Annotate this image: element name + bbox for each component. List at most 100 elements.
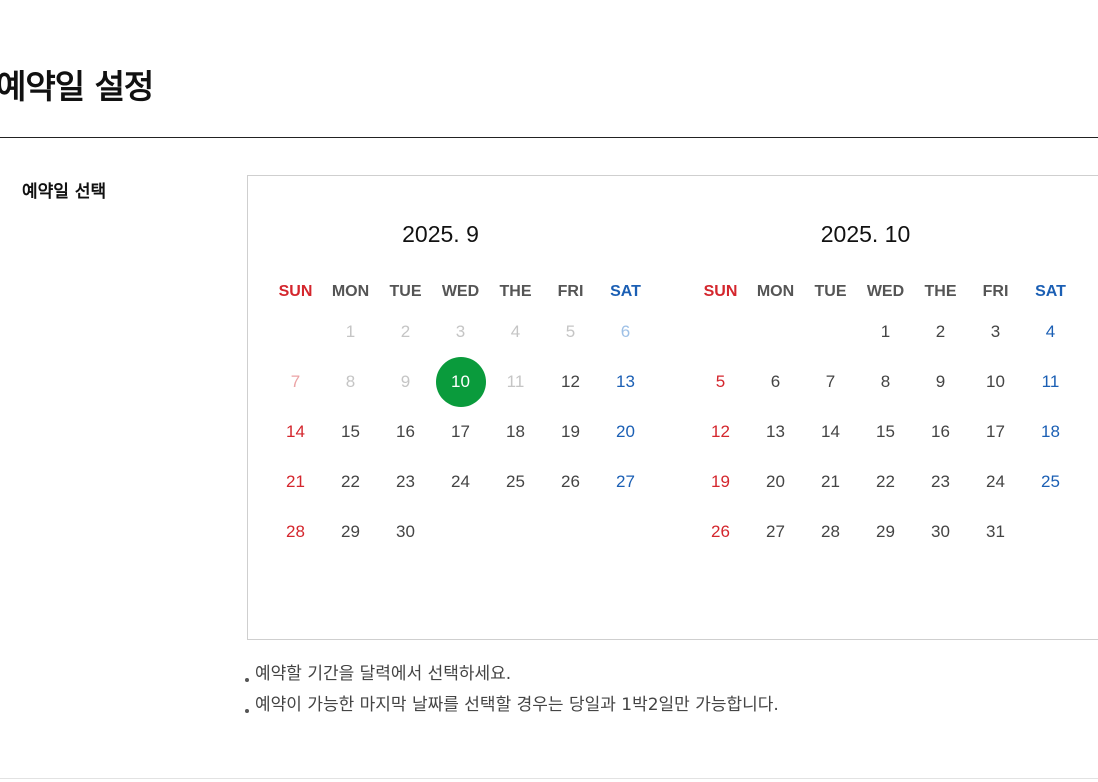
day-cell[interactable]: 29	[858, 507, 913, 557]
day-number: 26	[711, 522, 730, 541]
weekday-header-sun: SUN	[278, 283, 313, 300]
day-cell[interactable]: 30	[378, 507, 433, 557]
day-cell[interactable]: 16	[913, 407, 968, 457]
day-number: 5	[565, 322, 576, 341]
day-cell[interactable]: 17	[968, 407, 1023, 457]
day-cell[interactable]: 15	[858, 407, 913, 457]
day-cell[interactable]: 27	[748, 507, 803, 557]
day-cell[interactable]: 30	[913, 507, 968, 557]
day-number: 11	[1041, 372, 1060, 391]
day-cell[interactable]: 23	[913, 457, 968, 507]
day-cell[interactable]: 19	[543, 407, 598, 457]
day-number: 18	[1041, 422, 1060, 441]
note-item: 예약이 가능한 마지막 날짜를 선택할 경우는 당일과 1박2일만 가능합니다.	[245, 690, 779, 721]
selected-day-cell[interactable]: 10	[433, 357, 488, 407]
day-cell[interactable]: 13	[748, 407, 803, 457]
day-number: 25	[506, 472, 525, 491]
day-cell[interactable]: 21	[803, 457, 858, 507]
day-cell[interactable]: 6	[748, 357, 803, 407]
day-number: 22	[876, 472, 895, 491]
day-cell[interactable]: 25	[488, 457, 543, 507]
day-cell: 7	[268, 357, 323, 407]
day-number: 4	[1045, 322, 1056, 341]
day-number: 27	[616, 472, 635, 491]
bullet-icon	[245, 708, 249, 713]
day-number: 16	[931, 422, 950, 441]
day-number: 10	[435, 357, 486, 407]
weekday-header-sun: SUN	[703, 283, 738, 300]
day-grid: SUN MON TUE WED THE FRI SAT 1 2 3 4 5 6 7 8 9 10 11 12 13 14…	[693, 277, 1078, 607]
day-cell[interactable]: 12	[543, 357, 598, 407]
weekday-header-tue: TUE	[389, 283, 422, 300]
day-cell[interactable]: 14	[268, 407, 323, 457]
day-number: 9	[935, 372, 946, 391]
day-number: 13	[616, 372, 635, 391]
day-number: 11	[506, 372, 525, 391]
weekday-header-the: THE	[499, 283, 532, 300]
day-cell[interactable]: 22	[858, 457, 913, 507]
day-cell[interactable]: 13	[598, 357, 653, 407]
day-cell[interactable]: 10	[968, 357, 1023, 407]
empty-day-cell	[803, 307, 858, 357]
day-cell[interactable]: 7	[803, 357, 858, 407]
day-cell[interactable]: 8	[858, 357, 913, 407]
day-cell[interactable]: 21	[268, 457, 323, 507]
day-cell[interactable]: 9	[913, 357, 968, 407]
month-october: 2025. 10 SUN MON TUE WED THE FRI SAT 1 2 3 4 5 6 7 8 9 1…	[673, 176, 1066, 596]
day-cell[interactable]: 14	[803, 407, 858, 457]
day-number: 26	[561, 472, 580, 491]
weekday-header-the: THE	[924, 283, 957, 300]
day-cell[interactable]: 29	[323, 507, 378, 557]
day-cell[interactable]: 3	[968, 307, 1023, 357]
day-cell[interactable]: 25	[1023, 457, 1078, 507]
weekday-header-fri: FRI	[557, 283, 584, 300]
day-cell[interactable]: 1	[858, 307, 913, 357]
day-cell[interactable]: 28	[803, 507, 858, 557]
day-number: 8	[880, 372, 891, 391]
day-number: 15	[876, 422, 895, 441]
day-grid: SUN MON TUE WED THE FRI SAT 1 2 3 4 5 6 7 8 9 10 11 12 13 14…	[268, 277, 653, 607]
day-cell[interactable]: 23	[378, 457, 433, 507]
day-cell[interactable]: 27	[598, 457, 653, 507]
month-september: 2025. 9 SUN MON TUE WED THE FRI SAT 1 2 3 4 5 6 7 8 9 10…	[248, 176, 641, 596]
day-cell[interactable]: 26	[693, 507, 748, 557]
day-number: 25	[1041, 472, 1060, 491]
day-cell[interactable]: 28	[268, 507, 323, 557]
day-cell[interactable]: 31	[968, 507, 1023, 557]
day-cell[interactable]: 19	[693, 457, 748, 507]
day-number: 2	[935, 322, 946, 341]
day-cell[interactable]: 11	[1023, 357, 1078, 407]
day-cell[interactable]: 15	[323, 407, 378, 457]
day-number: 12	[711, 422, 730, 441]
day-cell[interactable]: 5	[693, 357, 748, 407]
day-cell[interactable]: 22	[323, 457, 378, 507]
day-cell[interactable]: 24	[433, 457, 488, 507]
day-cell[interactable]: 12	[693, 407, 748, 457]
day-number: 3	[455, 322, 466, 341]
day-cell[interactable]: 20	[598, 407, 653, 457]
day-cell: 5	[543, 307, 598, 357]
day-cell[interactable]: 20	[748, 457, 803, 507]
day-cell[interactable]: 16	[378, 407, 433, 457]
day-number: 29	[341, 522, 360, 541]
day-number: 18	[506, 422, 525, 441]
day-number: 5	[715, 372, 726, 391]
day-cell[interactable]: 17	[433, 407, 488, 457]
note-text: 예약할 기간을 달력에서 선택하세요.	[255, 664, 512, 684]
day-number: 20	[616, 422, 635, 441]
day-cell[interactable]: 4	[1023, 307, 1078, 357]
day-number: 17	[986, 422, 1005, 441]
day-number: 20	[766, 472, 785, 491]
weekday-header-wed: WED	[441, 283, 480, 300]
day-cell[interactable]: 18	[488, 407, 543, 457]
day-cell: 3	[433, 307, 488, 357]
day-number: 1	[345, 322, 356, 341]
day-number: 7	[825, 372, 836, 391]
day-cell[interactable]: 2	[913, 307, 968, 357]
day-cell: 8	[323, 357, 378, 407]
day-number: 10	[986, 372, 1005, 391]
day-cell[interactable]: 26	[543, 457, 598, 507]
weekday-header-tue: TUE	[814, 283, 847, 300]
day-cell[interactable]: 18	[1023, 407, 1078, 457]
day-cell[interactable]: 24	[968, 457, 1023, 507]
